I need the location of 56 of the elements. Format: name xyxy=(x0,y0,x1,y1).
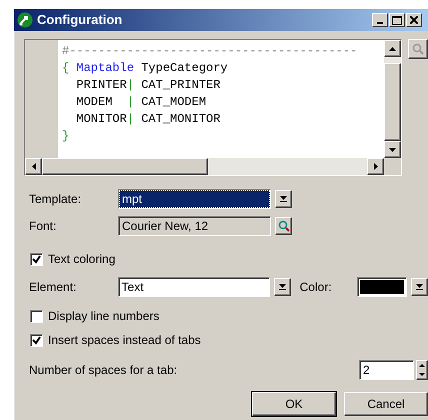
checkbox[interactable] xyxy=(30,334,43,346)
cancel-button[interactable]: Cancel xyxy=(344,392,428,416)
tab-spaces-label: Number of spaces for a tab: xyxy=(29,362,178,378)
color-label: Color: xyxy=(300,278,333,296)
ok-button[interactable]: OK xyxy=(252,392,336,416)
scroll-up-button[interactable] xyxy=(384,40,402,57)
code-line: PRINTER| CAT_PRINTER xyxy=(75,77,222,94)
app-icon xyxy=(17,12,33,28)
dropdown-button[interactable] xyxy=(275,190,292,208)
minimize-button[interactable] xyxy=(372,13,388,27)
window-title: Configuration xyxy=(37,11,122,30)
font-field: Courier New, 12 xyxy=(118,216,271,236)
scroll-right-button[interactable] xyxy=(367,158,384,175)
element-combobox[interactable]: Text xyxy=(118,276,270,296)
up-arrow-icon xyxy=(389,46,396,50)
close-button[interactable] xyxy=(406,13,422,27)
maximize-icon xyxy=(392,16,402,24)
caret-icon xyxy=(280,196,287,202)
scrollbar-thumb[interactable] xyxy=(384,63,402,141)
color-swatch[interactable] xyxy=(357,276,408,296)
search-button[interactable] xyxy=(408,39,428,59)
font-label: Font: xyxy=(29,218,58,234)
maximize-button[interactable] xyxy=(389,13,405,27)
dropdown-button[interactable] xyxy=(411,278,428,296)
code-line: MONITOR| CAT_MONITOR xyxy=(75,111,222,128)
close-icon xyxy=(410,16,418,24)
checkbox[interactable] xyxy=(30,252,43,266)
font-search-button[interactable] xyxy=(275,216,292,234)
scroll-down-button[interactable] xyxy=(384,141,402,158)
tab-spaces-field[interactable]: 2 xyxy=(359,360,414,380)
caret-icon xyxy=(416,284,424,290)
search-icon xyxy=(278,220,290,232)
spin-button[interactable] xyxy=(416,360,428,380)
checkbox[interactable] xyxy=(30,310,43,322)
dropdown-button[interactable] xyxy=(274,278,291,296)
scrollbar-corner xyxy=(384,158,402,175)
code-line: } xyxy=(62,128,70,145)
caret-icon xyxy=(278,284,286,290)
down-arrow-icon xyxy=(389,148,396,152)
code-editor[interactable]: #---------------------------------------- { Maptable TypeCategory PRINTER| CAT_PRINTER MODEM | CAT_MODEM MONITOR| CAT_MONITOR } xyxy=(24,39,402,176)
search-icon xyxy=(412,43,424,55)
template-label: Template: xyxy=(29,190,82,208)
code-line: MODEM | CAT_MODEM xyxy=(75,94,208,111)
checkbox-label: Display line numbers xyxy=(48,308,160,325)
scrollbar-thumb[interactable] xyxy=(42,158,208,175)
code-line: { Maptable TypeCategory xyxy=(62,60,229,77)
element-label: Element: xyxy=(29,278,78,296)
template-combobox[interactable]: mpt xyxy=(118,188,271,208)
scroll-left-button[interactable] xyxy=(25,158,42,175)
checkbox-label: Text coloring xyxy=(48,251,116,268)
right-arrow-icon xyxy=(374,163,378,170)
left-arrow-icon xyxy=(32,163,36,170)
horizontal-scrollbar[interactable] xyxy=(25,158,384,175)
code-line: #---------------------------------------- xyxy=(62,43,358,60)
vertical-scrollbar[interactable] xyxy=(384,40,402,158)
checkbox-label: Insert spaces instead of tabs xyxy=(48,332,201,349)
